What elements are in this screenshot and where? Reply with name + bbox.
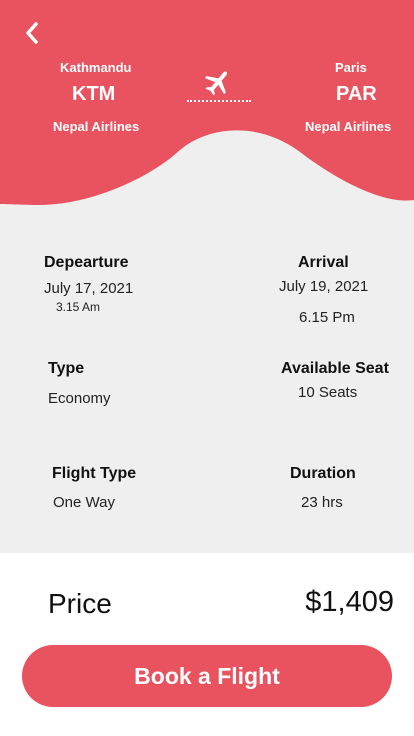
origin-code: KTM bbox=[72, 83, 116, 105]
flight-type-value: One Way bbox=[53, 494, 115, 511]
type-label: Type bbox=[48, 360, 85, 377]
destination-airline: Nepal Airlines bbox=[305, 119, 392, 134]
route-dotted-line bbox=[187, 100, 251, 102]
chevron-left-icon bbox=[26, 22, 38, 44]
departure-date: July 17, 2021 bbox=[44, 280, 134, 297]
airplane-icon bbox=[204, 71, 228, 96]
header-background bbox=[0, 0, 414, 205]
origin-airline: Nepal Airlines bbox=[53, 119, 140, 134]
departure-label: Depearture bbox=[44, 254, 129, 271]
duration-value: 23 hrs bbox=[301, 494, 343, 511]
price-label: Price bbox=[48, 588, 112, 619]
origin-city: Kathmandu bbox=[60, 60, 132, 75]
arrival-label: Arrival bbox=[298, 254, 349, 271]
back-button[interactable] bbox=[18, 18, 48, 48]
destination-code: PAR bbox=[336, 83, 377, 105]
price-value: $1,409 bbox=[305, 586, 394, 618]
flight-type-label: Flight Type bbox=[52, 465, 137, 482]
departure-time: 3.15 Am bbox=[56, 300, 101, 314]
arrival-date: July 19, 2021 bbox=[279, 278, 369, 295]
destination-city: Paris bbox=[335, 60, 367, 75]
arrival-time: 6.15 Pm bbox=[299, 309, 355, 326]
book-flight-label: Book a Flight bbox=[134, 662, 280, 689]
book-flight-button[interactable]: Book a Flight bbox=[22, 645, 392, 707]
available-seat-label: Available Seat bbox=[281, 360, 389, 377]
available-seat-value: 10 Seats bbox=[298, 384, 358, 401]
flight-details-screen: Kathmandu KTM Nepal Airlines Paris PAR N… bbox=[0, 0, 414, 736]
duration-label: Duration bbox=[290, 465, 356, 482]
type-value: Economy bbox=[48, 390, 111, 407]
